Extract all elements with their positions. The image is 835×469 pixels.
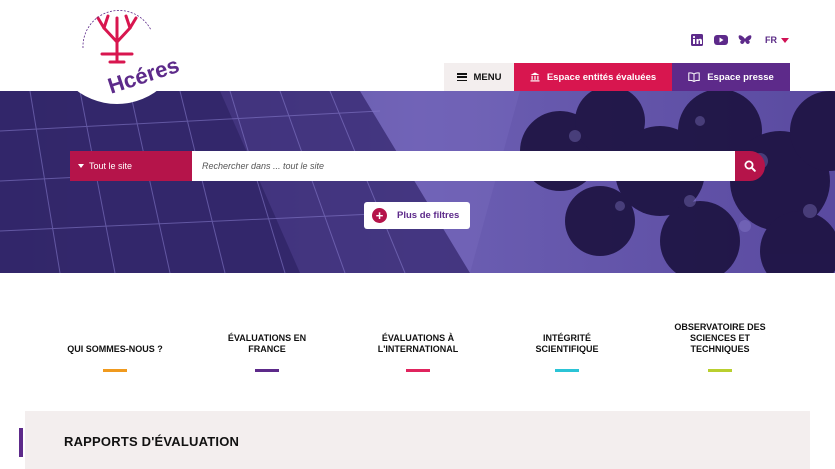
plus-icon: + [372, 208, 387, 223]
category-underline [406, 369, 430, 372]
language-label: FR [765, 35, 777, 45]
linkedin-icon[interactable] [690, 34, 704, 46]
bluesky-icon[interactable] [738, 34, 752, 46]
hamburger-icon [456, 73, 467, 81]
search-input[interactable] [192, 151, 735, 181]
youtube-icon[interactable] [714, 34, 728, 46]
social-links [690, 34, 752, 46]
category-observatoire[interactable]: OBSERVATOIRE DES SCIENCES ET TECHNIQUES [655, 312, 785, 372]
page: Hcéres FR MENU Espace entités évaluées E… [0, 0, 835, 469]
search-icon [744, 160, 756, 172]
more-filters-button[interactable]: + Plus de filtres [364, 202, 470, 229]
hceres-logo[interactable]: Hcéres [50, 0, 184, 104]
search-button[interactable] [735, 151, 765, 181]
category-underline [255, 369, 279, 372]
top-nav: MENU Espace entités évaluées Espace pres… [444, 63, 790, 91]
search-scope-label: Tout le site [89, 161, 133, 171]
category-evaluations-international[interactable]: ÉVALUATIONS À L'INTERNATIONAL [353, 312, 483, 372]
espace-entites-button[interactable]: Espace entités évaluées [514, 63, 672, 91]
hero-background-image [0, 91, 835, 273]
reports-section-title: RAPPORTS D'ÉVALUATION [64, 434, 240, 449]
open-book-icon [688, 72, 700, 82]
category-label: INTÉGRITÉ SCIENTIFIQUE [535, 333, 599, 354]
category-integrite-scientifique[interactable]: INTÉGRITÉ SCIENTIFIQUE [502, 312, 632, 372]
category-qui-sommes-nous[interactable]: QUI SOMMES-NOUS ? [50, 312, 180, 372]
search-scope-dropdown[interactable]: Tout le site [70, 151, 192, 181]
hero-banner [0, 91, 835, 273]
caret-down-icon [78, 164, 84, 168]
chevron-down-icon [781, 37, 789, 43]
category-underline [708, 369, 732, 372]
category-label: QUI SOMMES-NOUS ? [67, 344, 163, 354]
espace-entites-label: Espace entités évaluées [546, 71, 657, 83]
menu-button[interactable]: MENU [444, 63, 514, 91]
section-accent-bar [19, 428, 23, 457]
category-label: ÉVALUATIONS À L'INTERNATIONAL [377, 333, 459, 354]
category-underline [555, 369, 579, 372]
espace-presse-label: Espace presse [707, 71, 774, 83]
category-label: ÉVALUATIONS EN FRANCE [227, 333, 307, 354]
category-underline [103, 369, 127, 372]
category-label: OBSERVATOIRE DES SCIENCES ET TECHNIQUES [674, 322, 766, 354]
menu-button-label: MENU [473, 71, 502, 83]
category-evaluations-france[interactable]: ÉVALUATIONS EN FRANCE [202, 312, 332, 372]
more-filters-label: Plus de filtres [397, 210, 460, 221]
logo-graphic: Hcéres [82, 10, 182, 99]
espace-presse-button[interactable]: Espace presse [672, 63, 790, 91]
language-selector[interactable]: FR [765, 35, 789, 45]
search-bar: Tout le site [70, 151, 765, 181]
institution-icon [530, 72, 540, 82]
